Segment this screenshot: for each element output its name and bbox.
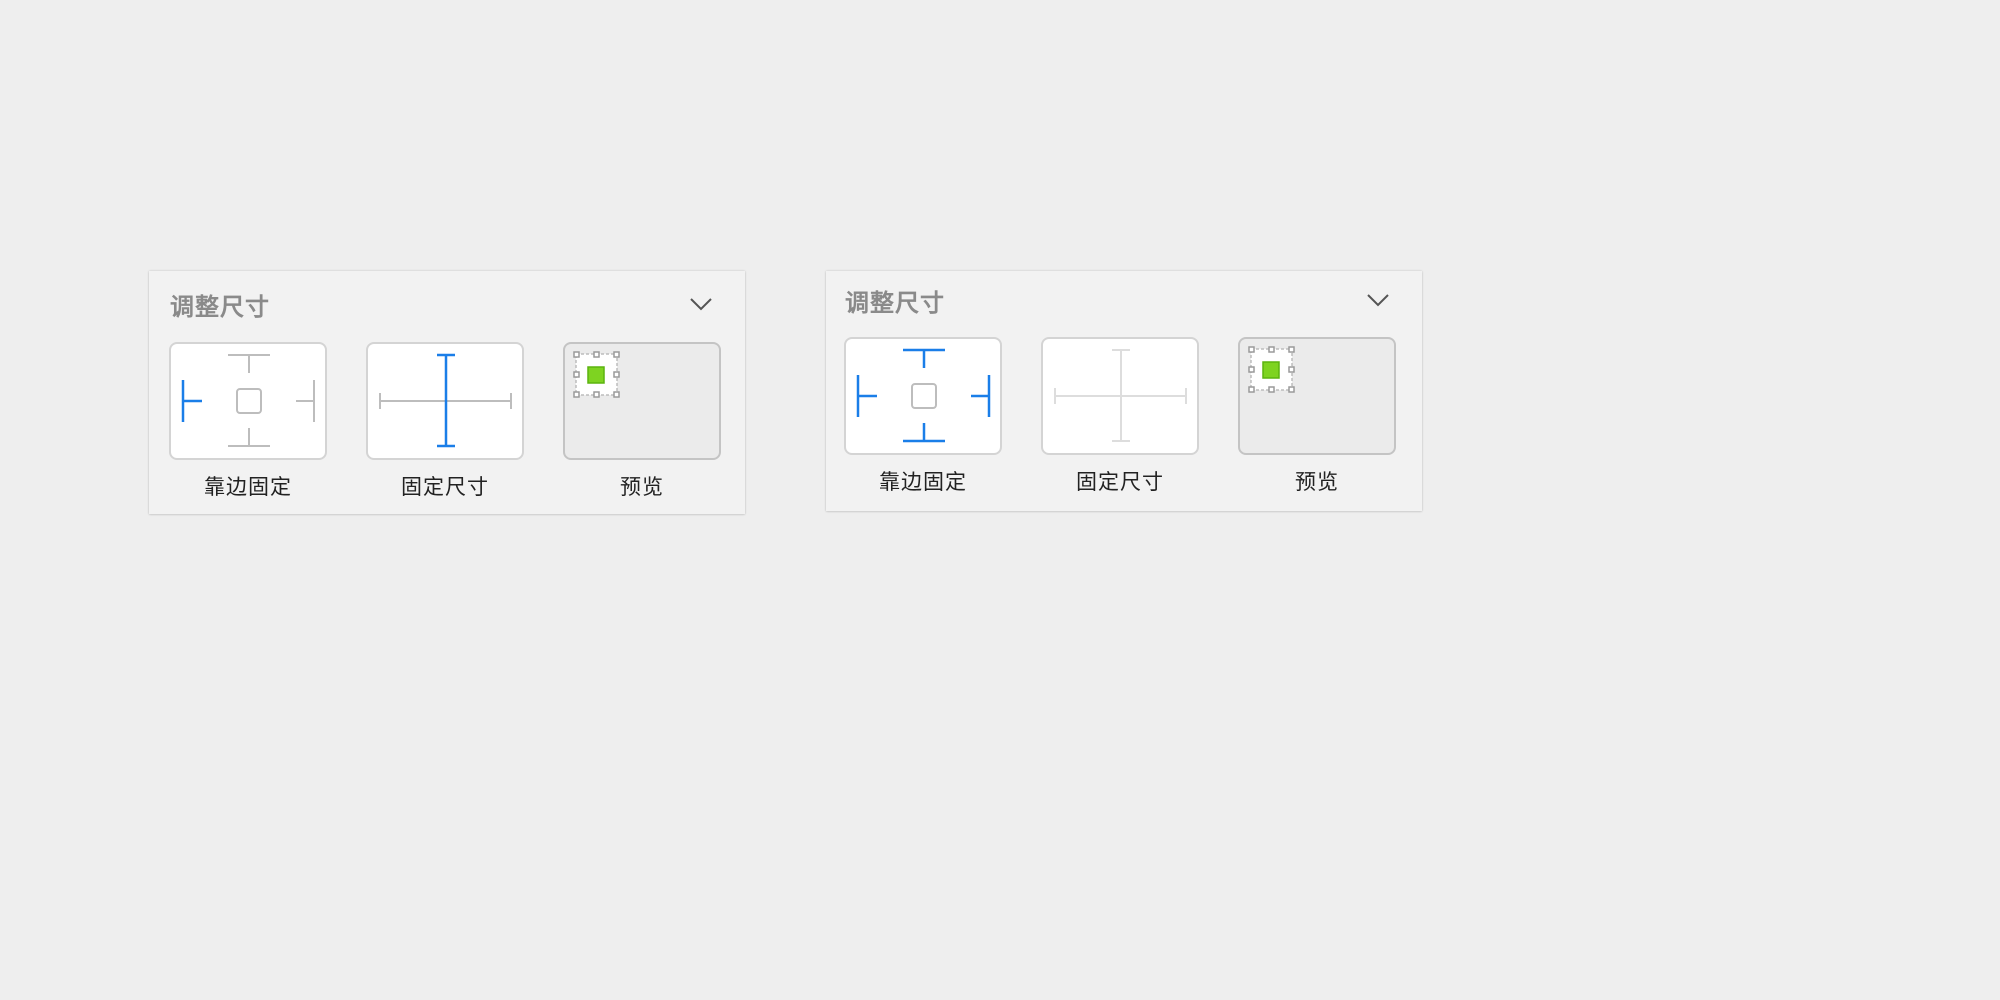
preview-card[interactable]	[1238, 337, 1396, 455]
resize-panel-right: 调整尺寸 靠边固定 固定尺寸 预览	[826, 271, 1422, 511]
option-label: 预览	[620, 476, 664, 499]
option-label: 预览	[1295, 471, 1339, 494]
pin-edges-icon	[181, 354, 315, 447]
option-label: 固定尺寸	[401, 476, 489, 499]
panel-title: 调整尺寸	[170, 294, 270, 321]
option-label: 固定尺寸	[1076, 471, 1164, 494]
option-pin-edges[interactable]: 靠边固定	[844, 337, 1002, 496]
pin-edges-card[interactable]	[169, 342, 327, 460]
resize-panel-left: 调整尺寸 靠边固定 固定尺寸 预览	[149, 271, 745, 514]
panel-title: 调整尺寸	[845, 290, 945, 317]
option-pin-edges[interactable]: 靠边固定	[169, 342, 327, 501]
option-label: 靠边固定	[204, 476, 292, 499]
option-preview[interactable]: 预览	[563, 342, 721, 501]
option-preview[interactable]: 预览	[1238, 337, 1396, 496]
preview-card[interactable]	[563, 342, 721, 460]
option-label: 靠边固定	[879, 471, 967, 494]
fixed-size-icon	[1054, 349, 1187, 442]
preview-icon	[573, 351, 620, 398]
option-fixed-size[interactable]: 固定尺寸	[1041, 337, 1199, 496]
pin-edges-card[interactable]	[844, 337, 1002, 455]
pin-edges-icon	[856, 348, 991, 443]
chevron-down-icon[interactable]	[1364, 290, 1392, 308]
fixed-size-card[interactable]	[366, 342, 524, 460]
option-fixed-size[interactable]: 固定尺寸	[366, 342, 524, 501]
fixed-size-card[interactable]	[1041, 337, 1199, 455]
fixed-size-icon	[379, 353, 512, 448]
preview-icon	[1248, 346, 1295, 393]
chevron-down-icon[interactable]	[687, 294, 715, 312]
